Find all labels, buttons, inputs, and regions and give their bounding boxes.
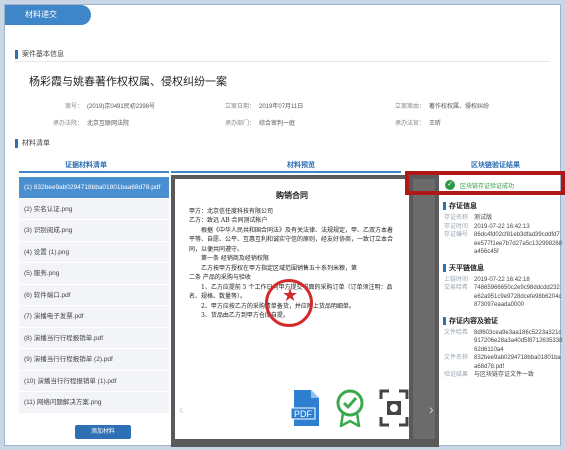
doc-para: 乙方按甲方授权在甲方指定区域范围销售五十系列米粮，第 bbox=[201, 264, 358, 272]
col-preview: 材料预览 bbox=[287, 162, 315, 169]
next-page-icon[interactable]: › bbox=[429, 401, 434, 417]
prev-page-icon[interactable]: ‹ bbox=[179, 401, 184, 417]
col-underline bbox=[171, 171, 401, 173]
content-verify: 存证内容及验证 文件哈希 8df603cea9e3aa186c5223a321c9… bbox=[443, 316, 563, 378]
tab-material-submit[interactable]: 材料递交 bbox=[5, 5, 91, 25]
section-marker bbox=[15, 138, 18, 148]
case-section-label: 案件基本信息 bbox=[22, 51, 64, 58]
filing-date: 立案日期： 2019年07月11日 bbox=[225, 104, 304, 110]
party-a: 甲方：北京信任度科技有限公司 bbox=[189, 207, 274, 215]
svg-text:PDF: PDF bbox=[294, 409, 313, 419]
doc-title: 购销合同 bbox=[276, 190, 308, 200]
col-underline bbox=[19, 171, 169, 173]
scan-icon bbox=[379, 389, 409, 427]
file-item[interactable]: (6) 软件端口.pdf bbox=[19, 284, 169, 306]
success-check-icon: ✓ bbox=[445, 180, 455, 190]
col-verify: 区块链验证结果 bbox=[471, 162, 520, 169]
file-list: (1) 832bee9ab0294718bba01801baa68d78.pdf… bbox=[19, 177, 169, 414]
case-cause: 立案案由： 著作权权属、侵权纠纷 bbox=[395, 104, 490, 110]
case-title: 杨彩霞与姚春著作权权属、侵权纠纷一案 bbox=[29, 75, 227, 88]
divider bbox=[15, 61, 550, 62]
chain-info: 天平链信息 上链时间 2019-07-22 16:42:18 交易哈希 748659… bbox=[443, 263, 562, 308]
section-marker bbox=[15, 49, 18, 59]
preview-icons: PDF bbox=[291, 389, 409, 427]
document-preview: 购销合同 甲方：北京信任度科技有限公司 乙方：致远 AB 合同测试帐户 根据《中… bbox=[171, 175, 439, 447]
judge: 承办法官： 王昕 bbox=[395, 121, 442, 127]
file-item[interactable]: (8) 演播当行行程报销单.pdf bbox=[19, 327, 169, 349]
file-item[interactable]: (2) 实名认证.png bbox=[19, 198, 169, 220]
pdf-icon: PDF bbox=[291, 390, 319, 426]
watermark: 大数网络 bbox=[6, 432, 43, 442]
party-b: 乙方：致远 AB 合同测试帐户 bbox=[189, 217, 268, 224]
file-item[interactable]: (3) 识别阅成.png bbox=[19, 220, 169, 242]
preview-scrollbar[interactable] bbox=[413, 179, 435, 439]
court: 承办法院： 北京互联网法院 bbox=[53, 121, 130, 127]
file-item[interactable]: (11) 网络问题解决方案.png bbox=[19, 392, 169, 414]
file-item[interactable]: (7) 演播电子发票.pdf bbox=[19, 306, 169, 328]
department: 承办部门： 综合审判一庭 bbox=[225, 121, 296, 127]
case-no: 案号： (2019)京0491民初2398号 bbox=[65, 104, 156, 110]
doc-para: 第一条 经销商及经销权限 bbox=[201, 255, 269, 262]
company-seal bbox=[265, 279, 313, 327]
file-item[interactable]: (5) 服务.png bbox=[19, 263, 169, 285]
doc-para: 根据《中华人民共和国合同法》及有关法律、法规规定，甲、乙双方本着平等、自愿、公平… bbox=[189, 226, 394, 253]
evidence-info: 存证信息 存证名称 测试版 存证时间 2019-07-22 16:42:13 存证编… bbox=[443, 202, 563, 255]
col-evidence-list: 证据材料清单 bbox=[65, 162, 107, 169]
file-item[interactable]: (9) 演播当行行程报销单 (2).pdf bbox=[19, 349, 169, 371]
case-section-title: 案件基本信息 bbox=[15, 49, 64, 59]
file-item[interactable]: (4) 设置 (1).png bbox=[19, 241, 169, 263]
add-material-button[interactable]: 添加材料 bbox=[75, 425, 131, 439]
verified-badge-icon bbox=[336, 389, 364, 427]
file-item[interactable]: (10) 演播当行行程报销单 (1).pdf bbox=[19, 370, 169, 392]
app-window: 材料递交 案件基本信息 杨彩霞与姚春著作权权属、侵权纠纷一案 案号： (2019)… bbox=[4, 4, 565, 447]
materials-section-label: 材料清单 bbox=[22, 140, 50, 147]
materials-section-title: 材料清单 bbox=[15, 138, 50, 148]
file-item[interactable]: (1) 832bee9ab0294718bba01801baa68d78.pdf bbox=[19, 177, 169, 199]
verify-status: ✓ 区块链存证验证成功 bbox=[441, 175, 563, 195]
verify-panel: ✓ 区块链存证验证成功 存证信息 存证名称 测试版 存证时间 2019-07-22 … bbox=[441, 175, 563, 445]
